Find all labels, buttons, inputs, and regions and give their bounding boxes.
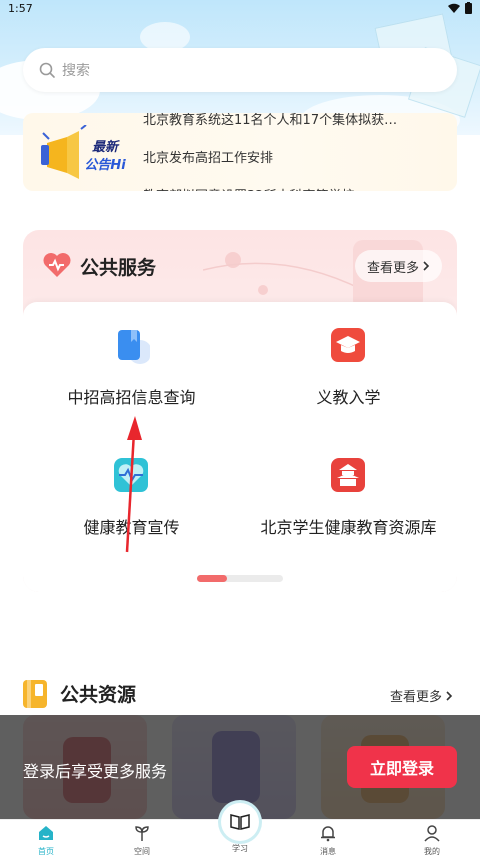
service-item-health-education[interactable]: 健康教育宣传 — [23, 458, 240, 538]
book-icon — [117, 330, 152, 364]
service-item-admission-query[interactable]: 中招高招信息查询 — [23, 328, 240, 408]
service-label: 北京学生健康教育资源库 — [260, 518, 437, 537]
home-icon — [39, 826, 53, 840]
service-label: 义教入学 — [316, 388, 381, 407]
public-resources-more-button[interactable]: 查看更多 — [390, 686, 453, 705]
service-item-health-resource-library[interactable]: 北京学生健康教育资源库 — [240, 458, 457, 538]
sprout-icon — [135, 826, 149, 841]
wifi-icon — [448, 3, 460, 13]
tab-messages[interactable]: 消息 — [298, 824, 358, 857]
open-book-icon — [230, 814, 250, 830]
search-placeholder: 搜索 — [62, 63, 90, 79]
public-resources-header: 公共资源 查看更多 — [23, 678, 457, 712]
temple-icon — [330, 458, 365, 492]
battery-icon — [465, 2, 472, 14]
graduation-cap-icon — [330, 328, 365, 362]
chevron-right-icon — [423, 261, 430, 271]
public-services-title: 公共服务 — [80, 257, 157, 279]
heart-icon — [43, 253, 71, 277]
status-time: 1:57 — [8, 2, 33, 15]
tab-study[interactable] — [221, 803, 259, 841]
service-label: 中招高招信息查询 — [67, 388, 196, 407]
notice-item[interactable]: 教育部拟同意设置32所本科高等学校 — [143, 181, 449, 191]
badge-text-line1: 最新 — [92, 139, 120, 155]
tab-label: 首页 — [38, 847, 54, 856]
tab-label: 空间 — [134, 847, 150, 856]
tab-label: 学习 — [232, 844, 248, 853]
search-icon — [39, 62, 55, 78]
services-pager — [197, 575, 283, 582]
search-bar[interactable]: 搜索 — [23, 48, 457, 92]
chevron-right-icon — [446, 690, 453, 701]
public-services-card: 公共服务 查看更多 中招高招信息查询 义教入学 健康教育宣传 北京学生健康教育资… — [23, 230, 457, 592]
services-grid: 中招高招信息查询 义教入学 健康教育宣传 北京学生健康教育资源库 — [23, 302, 457, 592]
user-icon — [424, 825, 440, 842]
login-button[interactable]: 立即登录 — [347, 746, 457, 788]
tab-profile[interactable]: 我的 — [402, 824, 462, 857]
status-bar: 1:57 — [0, 0, 480, 18]
bookmark-icon — [23, 680, 47, 708]
badge-text-line2: 公告Hi — [84, 157, 126, 173]
public-services-header: 公共服务 查看更多 — [23, 230, 457, 302]
bell-icon — [321, 826, 335, 842]
public-services-more-button[interactable]: 查看更多 — [354, 250, 442, 282]
more-label: 查看更多 — [366, 260, 419, 276]
notice-item[interactable]: 北京教育系统这11名个人和17个集体拟获… — [143, 113, 449, 137]
pager-indicator — [197, 575, 227, 582]
tab-space[interactable]: 空间 — [112, 824, 172, 857]
heartbeat-icon — [113, 458, 148, 492]
notice-list: 北京教育系统这11名个人和17个集体拟获… 北京发布高招工作安排 教育部拟同意设… — [143, 113, 449, 191]
public-resources-title: 公共资源 — [60, 684, 137, 706]
tab-home[interactable]: 首页 — [16, 824, 76, 857]
notice-item[interactable]: 北京发布高招工作安排 — [143, 143, 449, 175]
service-item-compulsory-enrollment[interactable]: 义教入学 — [240, 328, 457, 408]
tab-label: 消息 — [320, 847, 336, 856]
more-label: 查看更多 — [389, 690, 442, 705]
notice-ticker[interactable]: 最新 公告Hi 北京教育系统这11名个人和17个集体拟获… 北京发布高招工作安排… — [23, 113, 457, 191]
service-label: 健康教育宣传 — [83, 518, 180, 537]
login-prompt-text: 登录后享受更多服务 — [23, 762, 168, 781]
tab-label: 我的 — [424, 847, 440, 856]
announcement-badge-icon: 最新 公告Hi — [41, 125, 126, 179]
